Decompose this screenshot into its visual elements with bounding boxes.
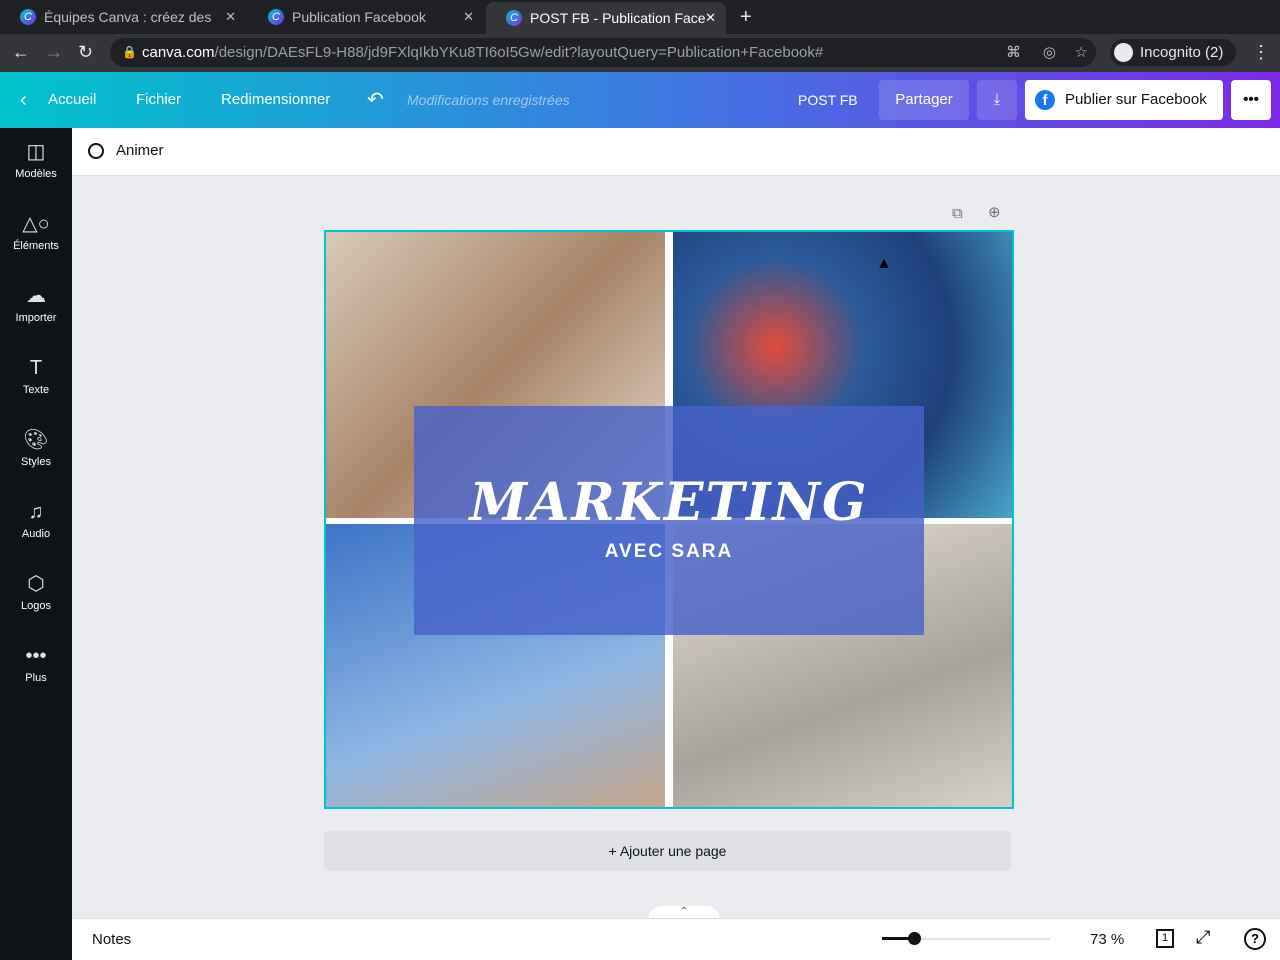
design-subtitle[interactable]: AVEC SARA [414,541,924,563]
undo-icon[interactable]: ↶ [367,72,384,128]
browser-menu-icon[interactable]: ⋮ [1252,42,1270,63]
design-name[interactable]: POST FB [798,72,858,128]
title-banner[interactable]: MARKETING AVEC SARA [414,406,924,635]
reload-icon[interactable]: ↻ [78,42,93,63]
add-page-icon[interactable]: ⊕ [988,203,1001,221]
address-bar: ← → ↻ 🔒 canva.com/design/DAEsFL9-H88/jd9F… [0,34,1280,72]
canva-favicon-icon: C [506,10,522,26]
incognito-icon [1114,43,1133,62]
canva-favicon-icon: C [268,9,284,25]
editor-toolbar: Animer [72,128,1280,176]
zoom-slider[interactable] [882,932,1050,945]
duplicate-page-icon[interactable]: ⧉ [952,205,963,222]
file-menu[interactable]: Fichier [136,72,181,128]
palette-icon: 🎨︎ [23,429,49,451]
animate-button[interactable]: Animer [88,142,164,159]
sidebar-item-uploads[interactable]: ☁ Importer [0,272,72,344]
more-options-button[interactable]: ••• [1231,80,1271,120]
fullscreen-icon[interactable]: ⤢ [1196,927,1210,948]
mouse-cursor-icon: ▲ [876,255,892,272]
elements-icon: △○ [22,213,50,235]
zoom-level[interactable]: 73 % [1090,931,1124,948]
close-tab-icon[interactable]: ✕ [463,9,474,25]
bookmark-star-icon[interactable]: ☆ [1075,38,1088,67]
new-tab-button[interactable]: + [720,0,752,34]
chevron-left-icon[interactable]: ‹ [20,72,27,128]
browser-tab[interactable]: C Équipes Canva : créez des ✕ [0,0,246,34]
help-icon[interactable]: ? [1244,928,1266,950]
editor-footer: Notes 73 % 1 ⤢ ? [72,918,1280,960]
cloud-upload-icon: ☁ [26,285,46,307]
more-dots-icon: ••• [25,645,47,667]
close-tab-icon[interactable]: ✕ [225,9,236,25]
home-link[interactable]: Accueil [48,72,96,128]
left-sidebar: ◫ Modèles △○ Éléments ☁ Importer T Texte 🎨︎ S… [0,128,72,960]
sidebar-item-logos[interactable]: ⬡ Logos [0,560,72,632]
sidebar-item-elements[interactable]: △○ Éléments [0,200,72,272]
notes-button[interactable]: Notes [92,931,131,948]
translate-icon[interactable]: ⌘ [1006,38,1021,67]
text-icon: T [29,357,43,379]
templates-icon: ◫ [26,141,46,163]
browser-tab[interactable]: C Publication Facebook ✕ [248,0,484,34]
editor-header: ‹ Accueil Fichier Redimensionner ↶ Modif… [0,72,1280,128]
close-tab-icon[interactable]: ✕ [705,10,716,26]
url-input[interactable]: 🔒 canva.com/design/DAEsFL9-H88/jd9FXlqIkb… [110,38,1096,67]
back-icon[interactable]: ← [12,42,30,63]
design-canvas[interactable]: MARKETING AVEC SARA [324,230,1014,809]
lock-icon: 🔒 [122,45,137,59]
share-button[interactable]: Partager [879,80,969,120]
facebook-icon: f [1035,90,1055,110]
zoom-slider-handle[interactable] [907,932,921,945]
design-title[interactable]: MARKETING [414,472,924,533]
sidebar-item-templates[interactable]: ◫ Modèles [0,128,72,200]
music-note-icon: ♫ [28,501,44,523]
canva-favicon-icon: C [20,9,36,25]
sidebar-item-more[interactable]: ••• Plus [0,632,72,704]
browser-tab-active[interactable]: C POST FB - Publication Face ✕ [486,2,726,34]
resize-button[interactable]: Redimensionner [221,72,330,128]
logo-icon: ⬡ [27,573,45,595]
page-count-button[interactable]: 1 [1156,929,1174,948]
browser-tab-bar: C Équipes Canva : créez des ✕ C Publication… [0,0,1280,34]
save-status: Modifications enregistrées [407,92,570,108]
add-page-button[interactable]: + Ajouter une page [324,831,1011,871]
tracking-eye-icon[interactable]: ◎ [1043,38,1056,67]
sidebar-item-audio[interactable]: ♫ Audio [0,488,72,560]
vertical-scrollbar[interactable] [1264,176,1280,902]
animate-icon [88,142,104,159]
publish-facebook-button[interactable]: f Publier sur Facebook [1025,80,1223,120]
sidebar-item-styles[interactable]: 🎨︎ Styles [0,416,72,488]
download-icon[interactable]: ⤓ [977,80,1017,120]
forward-icon[interactable]: → [45,42,63,63]
profile-button[interactable]: Incognito (2) [1110,39,1236,66]
sidebar-item-text[interactable]: T Texte [0,344,72,416]
